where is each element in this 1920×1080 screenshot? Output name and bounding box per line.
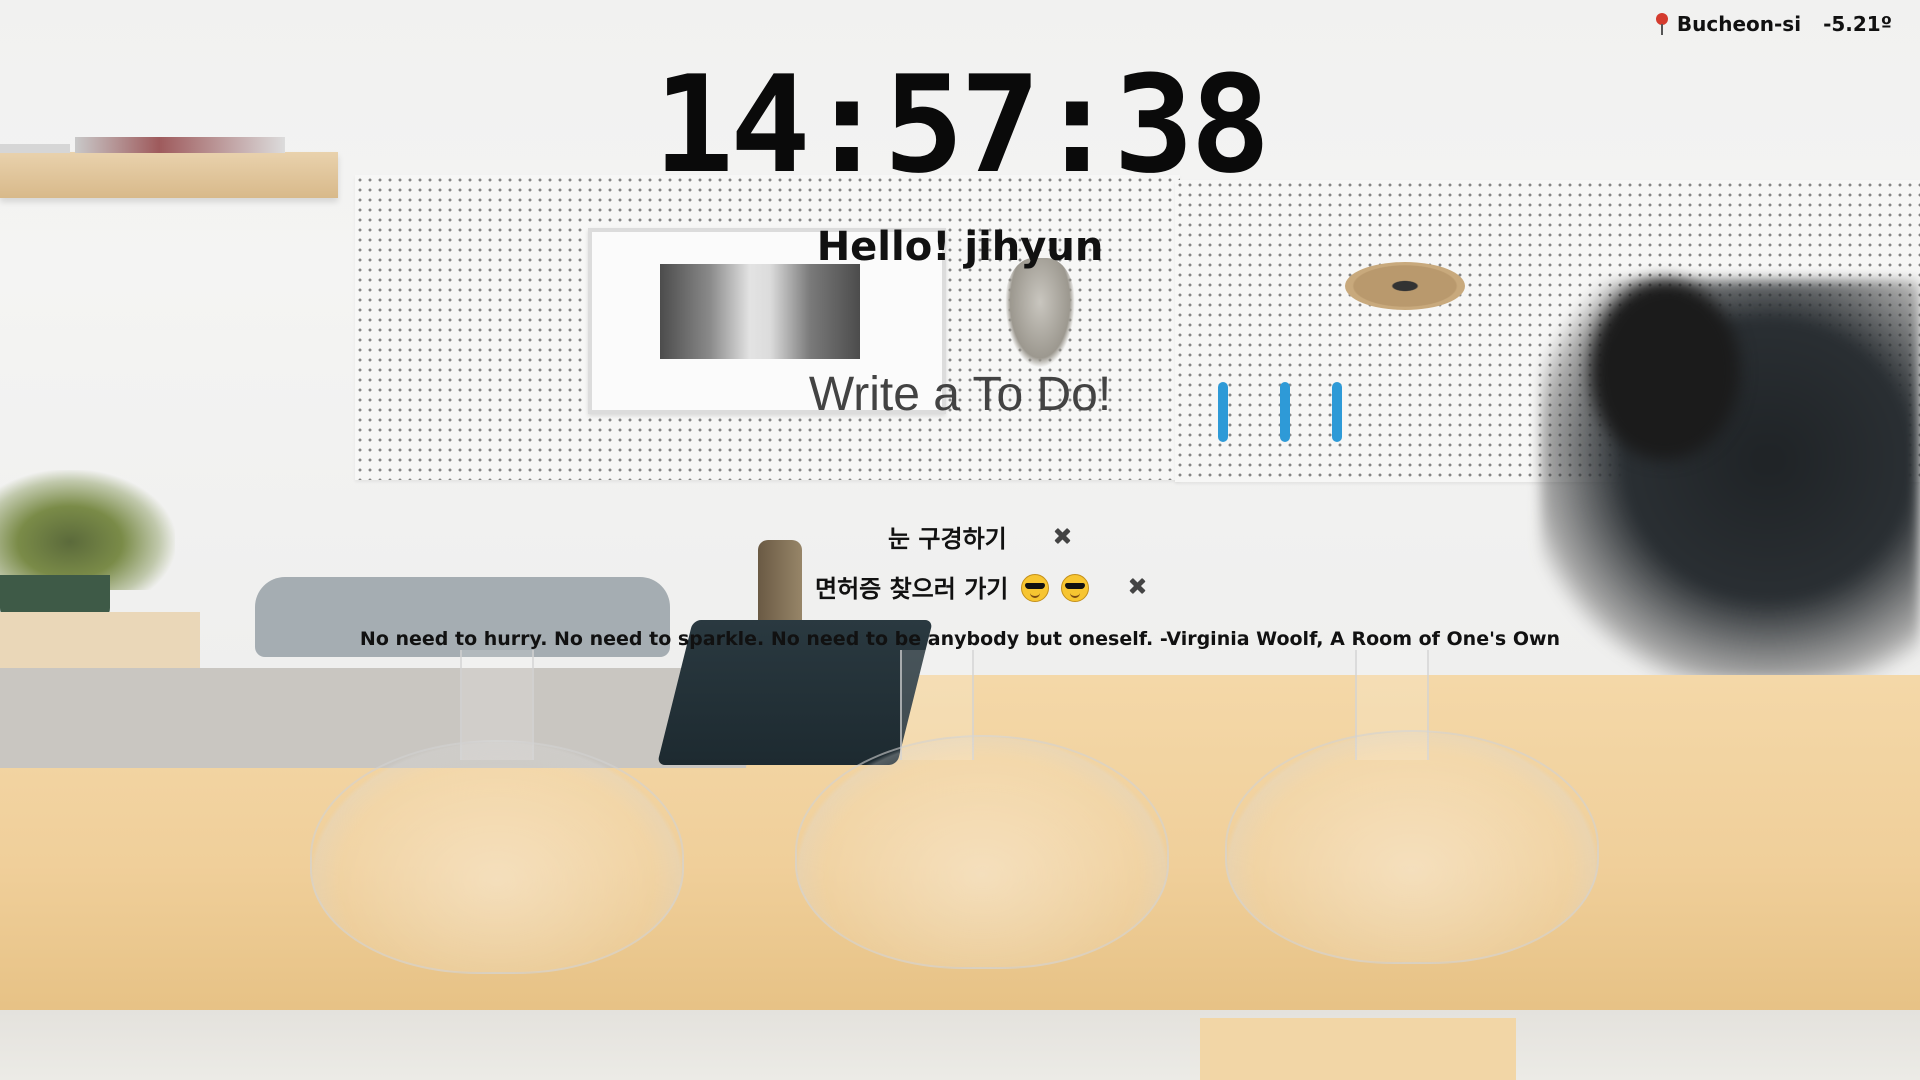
sunglasses-emoji-icon <box>1061 574 1090 602</box>
glass-flask-2 <box>795 735 1169 969</box>
location-pin-icon <box>1655 13 1669 35</box>
todo-form <box>0 360 1920 428</box>
todo-item-content: 면허증 찾으러 가기 <box>815 569 1090 604</box>
weather-city: Bucheon-si <box>1676 12 1802 36</box>
cutting-mat <box>0 668 760 768</box>
delete-todo-button[interactable] <box>1051 525 1073 547</box>
floor <box>0 1010 1920 1080</box>
delete-todo-button[interactable] <box>1126 575 1148 597</box>
framed-artwork <box>660 264 860 359</box>
weather-temperature: -5.21º <box>1823 12 1892 36</box>
quote-text: No need to hurry. No need to sparkle. No… <box>359 628 1154 650</box>
todo-item: 눈 구경하기 <box>0 515 1920 555</box>
todo-item: 면허증 찾으러 가기 <box>0 565 1920 605</box>
greeting: Hello! jihyun <box>816 224 1104 270</box>
clock: 14:57:38 <box>653 47 1270 203</box>
quote-author: -Virginia Woolf, A Room of One's Own <box>1159 628 1561 650</box>
todo-item-text: 면허증 찾으러 가기 <box>815 575 1009 603</box>
x-icon <box>1051 525 1073 547</box>
x-icon <box>1126 575 1148 597</box>
hanging-rope <box>1005 258 1075 368</box>
glass-flask-1 <box>310 740 684 974</box>
sunglasses-emoji-icon <box>1020 574 1049 602</box>
weather-widget: Bucheon-si -5.21º <box>1655 12 1892 36</box>
table-leg <box>1200 1018 1516 1080</box>
quote: No need to hurry. No need to sparkle. No… <box>0 628 1920 650</box>
todo-input[interactable] <box>698 360 1222 428</box>
glass-flask-3 <box>1225 730 1599 964</box>
todo-item-text: 눈 구경하기 <box>888 525 1007 553</box>
